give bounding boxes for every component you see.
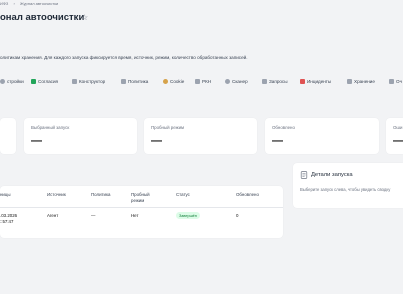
- search-icon: [225, 79, 230, 84]
- stat-card-updated: Обновлено —: [265, 118, 379, 154]
- stat-label: Обновлено: [272, 125, 295, 130]
- tab-retention[interactable]: Хранение: [347, 79, 375, 84]
- breadcrumb: ИФЗ › Журнал автоочистки: [0, 1, 62, 9]
- stat-value: —: [31, 135, 42, 147]
- breadcrumb-separator: ›: [13, 1, 15, 6]
- cell-time-clock: ::57:47: [0, 219, 14, 224]
- check-square-icon: [31, 79, 36, 84]
- inbox-icon: [262, 79, 267, 84]
- cell-source: Агент: [47, 213, 59, 218]
- broom-icon: [389, 79, 394, 84]
- tab-cleanup[interactable]: Оч: [389, 79, 402, 84]
- tab-scanner[interactable]: Сканер: [225, 79, 248, 84]
- stat-label: Оши: [393, 125, 403, 130]
- status-badge: Завершён: [176, 212, 200, 219]
- stat-label: Выбранный запуск: [31, 125, 70, 130]
- cell-updated: 0: [236, 213, 239, 218]
- column-header: Политика: [91, 192, 111, 197]
- breadcrumb-item-current: Журнал автоочистки: [19, 1, 59, 6]
- tab-consents[interactable]: Согласия: [31, 79, 58, 84]
- document-icon: [121, 79, 126, 84]
- tab-settings[interactable]: стройки: [0, 79, 24, 84]
- divider: [0, 207, 283, 208]
- tab-label: Запросы: [269, 79, 288, 84]
- building-icon: [195, 79, 200, 84]
- cookie-icon: [163, 79, 168, 84]
- page-description: олитикам хранения. Для каждого запуска ф…: [0, 55, 248, 60]
- column-header: Статус: [176, 192, 190, 197]
- cell-dry-run: Нет: [131, 213, 139, 218]
- column-header: Пробный режим: [131, 192, 150, 203]
- cell-policy: —: [91, 213, 96, 218]
- alert-icon: [300, 79, 305, 84]
- stat-card-total: [0, 118, 16, 154]
- tab-label: Инциденты: [307, 79, 332, 84]
- tab-label: РКН: [202, 79, 212, 84]
- run-details-panel: Детали запуска Выберите запуск слева, чт…: [293, 163, 403, 208]
- column-header: Источник: [47, 192, 66, 197]
- settings-icon: [0, 79, 5, 84]
- tab-label: Cookie: [170, 79, 185, 84]
- tab-label: Хранение: [354, 79, 375, 84]
- nav-tabs: стройки Согласия Конструктор Политика Co…: [0, 79, 403, 88]
- stat-card-selected-run: Выбранный запуск —: [24, 118, 137, 154]
- stat-value: —: [393, 135, 403, 147]
- runs-table: ницы Источник Политика Пробный режим Ста…: [0, 186, 283, 238]
- column-header: ницы: [0, 192, 11, 197]
- details-header: Детали запуска: [300, 171, 353, 179]
- tab-label: стройки: [7, 79, 24, 84]
- stat-value: —: [151, 135, 162, 147]
- page-title: онал автоочистки: [0, 12, 85, 23]
- tab-constructor[interactable]: Конструктор: [72, 79, 105, 84]
- star-icon[interactable]: ☆: [81, 13, 88, 22]
- stat-card-errors: Оши —: [386, 118, 403, 154]
- tab-incidents[interactable]: Инциденты: [300, 79, 331, 84]
- document-icon: [300, 171, 308, 179]
- tab-requests[interactable]: Запросы: [262, 79, 288, 84]
- tab-label: Оч: [396, 79, 402, 84]
- tab-label: Сканер: [232, 79, 248, 84]
- tab-rkn[interactable]: РКН: [195, 79, 211, 84]
- stat-label: Пробный режим: [151, 125, 185, 130]
- column-header: Обновлено: [236, 192, 259, 197]
- tab-label: Политика: [128, 79, 149, 84]
- tab-policy[interactable]: Политика: [121, 79, 148, 84]
- archive-icon: [347, 79, 352, 84]
- tab-label: Согласия: [38, 79, 59, 84]
- tab-cookie[interactable]: Cookie: [163, 79, 184, 84]
- details-title: Детали запуска: [311, 172, 353, 178]
- edit-icon: [72, 79, 77, 84]
- breadcrumb-item-root[interactable]: ИФЗ: [0, 1, 8, 6]
- stat-value: —: [272, 135, 283, 147]
- stat-card-dry-run: Пробный режим —: [144, 118, 257, 154]
- tab-label: Конструктор: [79, 79, 106, 84]
- details-hint: Выберите запуск слева, чтобы увидеть сво…: [300, 187, 391, 192]
